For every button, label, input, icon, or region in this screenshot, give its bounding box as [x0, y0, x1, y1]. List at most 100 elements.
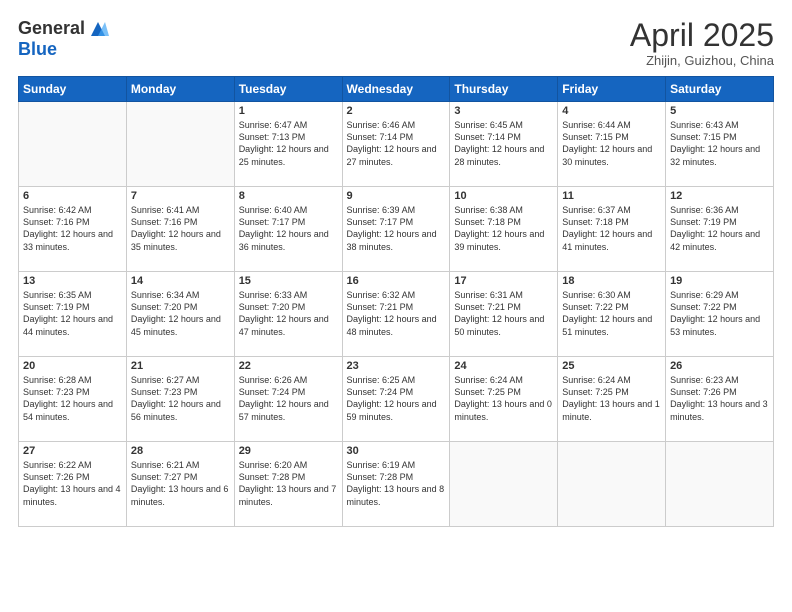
- day-info: Sunrise: 6:37 AM Sunset: 7:18 PM Dayligh…: [562, 204, 661, 253]
- day-info: Sunrise: 6:36 AM Sunset: 7:19 PM Dayligh…: [670, 204, 769, 253]
- day-info: Sunrise: 6:19 AM Sunset: 7:28 PM Dayligh…: [347, 459, 446, 508]
- day-number: 21: [131, 360, 230, 372]
- day-cell: 11 Sunrise: 6:37 AM Sunset: 7:18 PM Dayli…: [558, 187, 666, 272]
- day-cell: 28 Sunrise: 6:21 AM Sunset: 7:27 PM Dayli…: [126, 442, 234, 527]
- day-info: Sunrise: 6:24 AM Sunset: 7:25 PM Dayligh…: [562, 374, 661, 423]
- day-cell: 30Sunrise: 6:19 AM Sunset: 7:28 PM Dayli…: [342, 442, 450, 527]
- day-cell: 25 Sunrise: 6:24 AM Sunset: 7:25 PM Dayli…: [558, 357, 666, 442]
- day-info: Sunrise: 6:46 AM Sunset: 7:14 PM Dayligh…: [347, 119, 446, 168]
- day-info: Sunrise: 6:35 AM Sunset: 7:19 PM Dayligh…: [23, 289, 122, 338]
- day-info: Sunrise: 6:39 AM Sunset: 7:17 PM Dayligh…: [347, 204, 446, 253]
- day-number: 19: [670, 275, 769, 287]
- week-row-5: 27 Sunrise: 6:22 AM Sunset: 7:26 PM Dayli…: [19, 442, 774, 527]
- logo-icon: [87, 18, 109, 40]
- day-cell: 1 Sunrise: 6:47 AM Sunset: 7:13 PM Daylig…: [234, 102, 342, 187]
- day-cell: 8 Sunrise: 6:40 AM Sunset: 7:17 PM Daylig…: [234, 187, 342, 272]
- day-number: 26: [670, 360, 769, 372]
- day-number: 5: [670, 105, 769, 117]
- day-number: 2: [347, 105, 446, 117]
- day-info: Sunrise: 6:33 AM Sunset: 7:20 PM Dayligh…: [239, 289, 338, 338]
- header: General Blue April 2025 Zhijin, Guizhou,…: [18, 18, 774, 68]
- day-cell: 7 Sunrise: 6:41 AM Sunset: 7:16 PM Daylig…: [126, 187, 234, 272]
- week-row-3: 13 Sunrise: 6:35 AM Sunset: 7:19 PM Dayli…: [19, 272, 774, 357]
- day-number: 18: [562, 275, 661, 287]
- day-cell: 5 Sunrise: 6:43 AM Sunset: 7:15 PM Daylig…: [666, 102, 774, 187]
- day-header-thursday: Thursday: [450, 77, 558, 102]
- day-number: 8: [239, 190, 338, 202]
- day-info: Sunrise: 6:26 AM Sunset: 7:24 PM Dayligh…: [239, 374, 338, 423]
- header-row: SundayMondayTuesdayWednesdayThursdayFrid…: [19, 77, 774, 102]
- day-info: Sunrise: 6:27 AM Sunset: 7:23 PM Dayligh…: [131, 374, 230, 423]
- day-info: Sunrise: 6:22 AM Sunset: 7:26 PM Dayligh…: [23, 459, 122, 508]
- day-cell: [19, 102, 127, 187]
- day-info: Sunrise: 6:47 AM Sunset: 7:13 PM Dayligh…: [239, 119, 338, 168]
- day-info: Sunrise: 6:41 AM Sunset: 7:16 PM Dayligh…: [131, 204, 230, 253]
- day-number: 6: [23, 190, 122, 202]
- title-section: April 2025 Zhijin, Guizhou, China: [630, 18, 774, 68]
- day-info: Sunrise: 6:40 AM Sunset: 7:17 PM Dayligh…: [239, 204, 338, 253]
- logo-general-text: General: [18, 19, 85, 39]
- day-info: Sunrise: 6:21 AM Sunset: 7:27 PM Dayligh…: [131, 459, 230, 508]
- day-info: Sunrise: 6:34 AM Sunset: 7:20 PM Dayligh…: [131, 289, 230, 338]
- day-info: Sunrise: 6:28 AM Sunset: 7:23 PM Dayligh…: [23, 374, 122, 423]
- day-header-wednesday: Wednesday: [342, 77, 450, 102]
- week-row-2: 6Sunrise: 6:42 AM Sunset: 7:16 PM Daylig…: [19, 187, 774, 272]
- day-cell: 9Sunrise: 6:39 AM Sunset: 7:17 PM Daylig…: [342, 187, 450, 272]
- day-number: 17: [454, 275, 553, 287]
- day-info: Sunrise: 6:29 AM Sunset: 7:22 PM Dayligh…: [670, 289, 769, 338]
- day-info: Sunrise: 6:25 AM Sunset: 7:24 PM Dayligh…: [347, 374, 446, 423]
- calendar-header: SundayMondayTuesdayWednesdayThursdayFrid…: [19, 77, 774, 102]
- day-number: 3: [454, 105, 553, 117]
- day-cell: 27 Sunrise: 6:22 AM Sunset: 7:26 PM Dayli…: [19, 442, 127, 527]
- day-cell: 24 Sunrise: 6:24 AM Sunset: 7:25 PM Dayli…: [450, 357, 558, 442]
- day-number: 4: [562, 105, 661, 117]
- day-header-sunday: Sunday: [19, 77, 127, 102]
- day-cell: 13 Sunrise: 6:35 AM Sunset: 7:19 PM Dayli…: [19, 272, 127, 357]
- day-header-saturday: Saturday: [666, 77, 774, 102]
- month-title: April 2025: [630, 18, 774, 53]
- day-cell: 19 Sunrise: 6:29 AM Sunset: 7:22 PM Dayli…: [666, 272, 774, 357]
- day-cell: 15 Sunrise: 6:33 AM Sunset: 7:20 PM Dayli…: [234, 272, 342, 357]
- day-info: Sunrise: 6:43 AM Sunset: 7:15 PM Dayligh…: [670, 119, 769, 168]
- day-cell: [450, 442, 558, 527]
- day-info: Sunrise: 6:31 AM Sunset: 7:21 PM Dayligh…: [454, 289, 553, 338]
- day-number: 27: [23, 445, 122, 457]
- day-number: 28: [131, 445, 230, 457]
- day-cell: 4 Sunrise: 6:44 AM Sunset: 7:15 PM Daylig…: [558, 102, 666, 187]
- day-cell: 3 Sunrise: 6:45 AM Sunset: 7:14 PM Daylig…: [450, 102, 558, 187]
- day-cell: 22 Sunrise: 6:26 AM Sunset: 7:24 PM Dayli…: [234, 357, 342, 442]
- day-number: 16: [347, 275, 446, 287]
- day-info: Sunrise: 6:45 AM Sunset: 7:14 PM Dayligh…: [454, 119, 553, 168]
- day-number: 10: [454, 190, 553, 202]
- day-number: 25: [562, 360, 661, 372]
- day-number: 23: [347, 360, 446, 372]
- day-info: Sunrise: 6:24 AM Sunset: 7:25 PM Dayligh…: [454, 374, 553, 423]
- day-cell: 2 Sunrise: 6:46 AM Sunset: 7:14 PM Daylig…: [342, 102, 450, 187]
- day-number: 13: [23, 275, 122, 287]
- week-row-1: 1 Sunrise: 6:47 AM Sunset: 7:13 PM Daylig…: [19, 102, 774, 187]
- day-number: 29: [239, 445, 338, 457]
- day-cell: [666, 442, 774, 527]
- calendar: SundayMondayTuesdayWednesdayThursdayFrid…: [18, 76, 774, 527]
- day-info: Sunrise: 6:23 AM Sunset: 7:26 PM Dayligh…: [670, 374, 769, 423]
- day-cell: 16Sunrise: 6:32 AM Sunset: 7:21 PM Dayli…: [342, 272, 450, 357]
- day-number: 22: [239, 360, 338, 372]
- day-cell: 29Sunrise: 6:20 AM Sunset: 7:28 PM Dayli…: [234, 442, 342, 527]
- day-cell: 23 Sunrise: 6:25 AM Sunset: 7:24 PM Dayli…: [342, 357, 450, 442]
- day-info: Sunrise: 6:44 AM Sunset: 7:15 PM Dayligh…: [562, 119, 661, 168]
- day-number: 11: [562, 190, 661, 202]
- day-cell: 12Sunrise: 6:36 AM Sunset: 7:19 PM Dayli…: [666, 187, 774, 272]
- day-cell: 20 Sunrise: 6:28 AM Sunset: 7:23 PM Dayli…: [19, 357, 127, 442]
- day-header-monday: Monday: [126, 77, 234, 102]
- day-info: Sunrise: 6:30 AM Sunset: 7:22 PM Dayligh…: [562, 289, 661, 338]
- day-cell: [126, 102, 234, 187]
- day-cell: 17 Sunrise: 6:31 AM Sunset: 7:21 PM Dayli…: [450, 272, 558, 357]
- day-number: 15: [239, 275, 338, 287]
- day-number: 1: [239, 105, 338, 117]
- day-cell: 10Sunrise: 6:38 AM Sunset: 7:18 PM Dayli…: [450, 187, 558, 272]
- day-number: 24: [454, 360, 553, 372]
- day-number: 7: [131, 190, 230, 202]
- day-number: 20: [23, 360, 122, 372]
- logo-blue-text: Blue: [18, 40, 109, 60]
- calendar-body: 1 Sunrise: 6:47 AM Sunset: 7:13 PM Daylig…: [19, 102, 774, 527]
